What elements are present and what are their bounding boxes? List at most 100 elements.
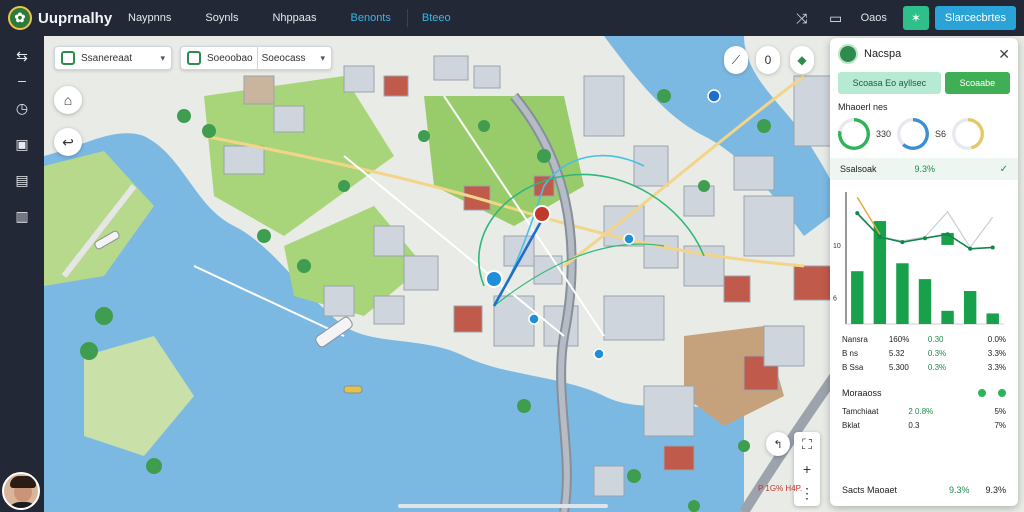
gauges: 330 S6	[830, 118, 1018, 150]
fullscreen-icon[interactable]: ⛶	[802, 436, 812, 453]
close-icon[interactable]: ✕	[998, 46, 1010, 63]
series-point	[968, 246, 973, 251]
zoom-in-button[interactable]: +	[803, 461, 811, 477]
gauge-ring	[952, 118, 985, 150]
cell: B ns	[842, 348, 859, 358]
pin-icon[interactable]: ⌂	[54, 86, 82, 114]
details-panel: Nacspa ✕ Scoasa Eo ayllsec Scoaabe Mhaoe…	[830, 38, 1018, 506]
layer-select-icon	[61, 51, 75, 65]
nav-item-4[interactable]: Benonts	[351, 12, 391, 24]
cell: Tamchiaat	[842, 406, 879, 416]
bar	[896, 263, 909, 324]
cell: 3.3%	[987, 348, 1006, 358]
app-logo[interactable]: ✿	[8, 6, 32, 30]
cell: 3.3%	[987, 362, 1006, 372]
series-point	[855, 211, 860, 216]
cell: Nansra	[842, 334, 868, 344]
series-point	[877, 234, 882, 239]
metrics-table: Nansra 160% 0.30 0.0% B ns 5.32 0.3% 3.3…	[830, 332, 1018, 374]
share-icon[interactable]: ↰	[766, 432, 790, 456]
bar-chart: 10 6	[833, 192, 1004, 325]
table-row: B Ssa 5.300 0.3% 3.3%	[842, 360, 1006, 374]
sparkle-icon[interactable]: ✶	[902, 6, 929, 30]
stat-label: Moraaoss	[842, 388, 882, 398]
map-pin	[528, 313, 540, 325]
cell: 0.30	[927, 334, 944, 344]
nav-item-3[interactable]: Nhppaas	[272, 12, 316, 24]
select-divider	[256, 46, 258, 70]
chevron-down-icon: ▾	[160, 52, 165, 63]
map-pin	[707, 89, 721, 103]
select-2-label: Soeoobao	[207, 52, 253, 64]
map-select-1[interactable]: Ssanereaat ▾	[54, 46, 172, 70]
table-row: Nansra 160% 0.30 0.0%	[842, 332, 1006, 346]
y-tick-label: 10	[833, 243, 841, 250]
nav-item-2[interactable]: Soynls	[205, 12, 238, 24]
summary-row: Ssalsoak 9.3% ✓	[830, 158, 1018, 180]
top-bar: ✿ Uuprnalhy Naypnns Soynls Nhppaas Benon…	[0, 0, 1024, 36]
dash-icon[interactable]: –	[12, 70, 32, 90]
map-scrollbar[interactable]	[398, 504, 608, 508]
avatar[interactable]	[2, 472, 40, 510]
panel-footer: Sacts Maoaet 9.3% 9.3%	[830, 482, 1018, 498]
app-title: Uuprnalhy	[38, 9, 113, 27]
locate-icon[interactable]: ⟋	[724, 46, 748, 74]
cell: 0.3%	[927, 348, 947, 358]
panel-header: Nacspa ✕	[830, 38, 1018, 70]
cell: 0.0%	[987, 334, 1006, 344]
panel-buttons: Scoasa Eo ayllsec Scoaabe	[830, 72, 1018, 94]
footer-label: Sacts Maoaet	[842, 485, 898, 495]
topbar-actions: ⤨ ▭ Oaos ✶ Slarcecbrtes	[793, 0, 1024, 36]
series-point	[990, 245, 995, 250]
back-icon[interactable]: ↩	[54, 128, 82, 156]
nav-item-1[interactable]: Naypnns	[128, 12, 171, 24]
bar	[851, 271, 864, 324]
cell: 0.3%	[927, 362, 947, 372]
cell: 5.300	[888, 362, 909, 372]
topbar-primary-button[interactable]: Slarcecbrtes	[934, 6, 1016, 30]
series-point	[900, 240, 905, 245]
filter-select-icon	[187, 51, 201, 65]
map-attribution: P 1G% H4P.	[758, 484, 803, 493]
cell: B Ssa	[842, 362, 864, 372]
panel-primary-button[interactable]: Scoaabe	[944, 72, 1010, 94]
app-root: ✿ Uuprnalhy Naypnns Soynls Nhppaas Benon…	[0, 0, 1024, 512]
comment-icon[interactable]: ▭	[827, 9, 845, 27]
document-icon[interactable]: ▥	[12, 206, 32, 226]
clipboard-icon[interactable]: ▤	[12, 170, 32, 190]
layers-icon[interactable]: ◆	[790, 46, 814, 74]
stat-header: Moraaoss	[830, 384, 1018, 402]
clock-icon[interactable]: ◷	[12, 98, 32, 118]
briefcase-icon[interactable]: ▣	[12, 134, 32, 154]
table-row: Bklat 0.3 7%	[842, 418, 1006, 432]
map-pin	[593, 348, 605, 360]
table-row: Tamchiaat 2 0.8% 5%	[842, 404, 1006, 418]
gauge-ring	[897, 118, 930, 150]
check-icon: ✓	[999, 163, 1008, 175]
gauge-ring	[838, 118, 870, 150]
cell: Bklat	[842, 420, 860, 430]
cell: 2 0.8%	[908, 406, 934, 416]
nav-divider	[406, 9, 408, 27]
bar	[963, 291, 977, 324]
map-select-2[interactable]: Soeoobao Soeocass ▾	[180, 46, 332, 70]
chevron-down-icon: ▾	[320, 52, 325, 63]
series-point	[945, 232, 950, 237]
nav-item-5[interactable]: Bteeo	[422, 12, 451, 24]
zoom-control: ⛶ + ⋮	[794, 432, 820, 506]
topbar-label[interactable]: Oaos	[861, 12, 887, 24]
panel-title: Nacspa	[864, 48, 902, 60]
series-point	[923, 236, 927, 241]
bar	[941, 310, 954, 324]
cell: 5%	[994, 406, 1006, 416]
y-tick-label: 6	[833, 296, 837, 303]
map-pin-target	[533, 205, 551, 223]
map-pill-counter[interactable]: 0	[756, 46, 780, 74]
summary-value: 9.3%	[914, 164, 936, 174]
status-dot-icon	[978, 389, 986, 397]
map-pin-selected	[485, 270, 503, 288]
table-row: B ns 5.32 0.3% 3.3%	[842, 346, 1006, 360]
route-icon[interactable]: ⤨	[793, 9, 811, 27]
swap-icon[interactable]: ⇆	[12, 46, 32, 66]
panel-secondary-button[interactable]: Scoasa Eo ayllsec	[838, 72, 941, 94]
